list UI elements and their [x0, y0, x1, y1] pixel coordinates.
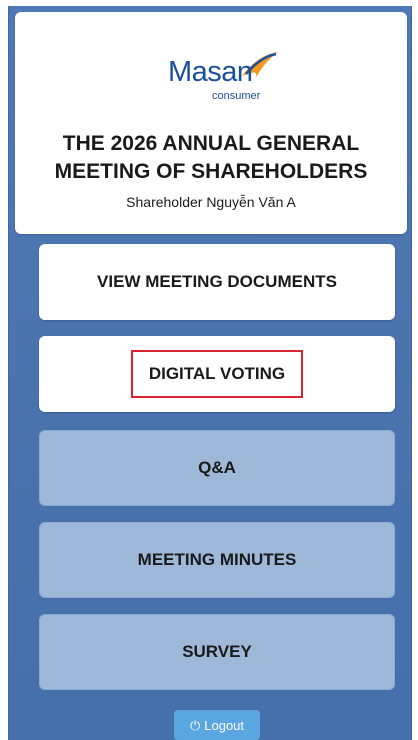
- logo-brand-text: Masan: [168, 56, 253, 88]
- survey-button[interactable]: SURVEY: [39, 614, 395, 690]
- qa-label: Q&A: [198, 458, 236, 477]
- view-documents-label: VIEW MEETING DOCUMENTS: [97, 272, 337, 291]
- power-icon: ⏻: [189, 717, 201, 733]
- page-title: THE 2026 ANNUAL GENERAL MEETING OF SHARE…: [15, 130, 407, 186]
- view-documents-button[interactable]: VIEW MEETING DOCUMENTS: [39, 244, 395, 320]
- logo-sub-text: consumer: [212, 90, 261, 102]
- meeting-minutes-button[interactable]: MEETING MINUTES: [39, 522, 395, 598]
- title-line-1: THE 2026 ANNUAL GENERAL: [62, 132, 360, 155]
- app-screen: Masan consumer THE 2026 ANNUAL GENERAL M…: [8, 6, 412, 740]
- logout-label: Logout: [204, 717, 245, 733]
- digital-voting-button[interactable]: DIGITAL VOTING: [39, 336, 395, 412]
- meeting-minutes-label: MEETING MINUTES: [137, 550, 297, 569]
- title-line-2: MEETING OF SHAREHOLDERS: [54, 160, 368, 183]
- screen-frame: Masan consumer THE 2026 ANNUAL GENERAL M…: [0, 0, 418, 740]
- logout-button[interactable]: ⏻ Logout: [174, 710, 260, 740]
- survey-label: SURVEY: [182, 642, 252, 661]
- masan-logo: Masan consumer: [168, 50, 278, 106]
- header-card: Masan consumer THE 2026 ANNUAL GENERAL M…: [15, 12, 407, 234]
- qa-button[interactable]: Q&A: [39, 430, 395, 506]
- digital-voting-label: DIGITAL VOTING: [130, 350, 304, 398]
- shareholder-name: Shareholder Nguyễn Văn A: [126, 194, 296, 210]
